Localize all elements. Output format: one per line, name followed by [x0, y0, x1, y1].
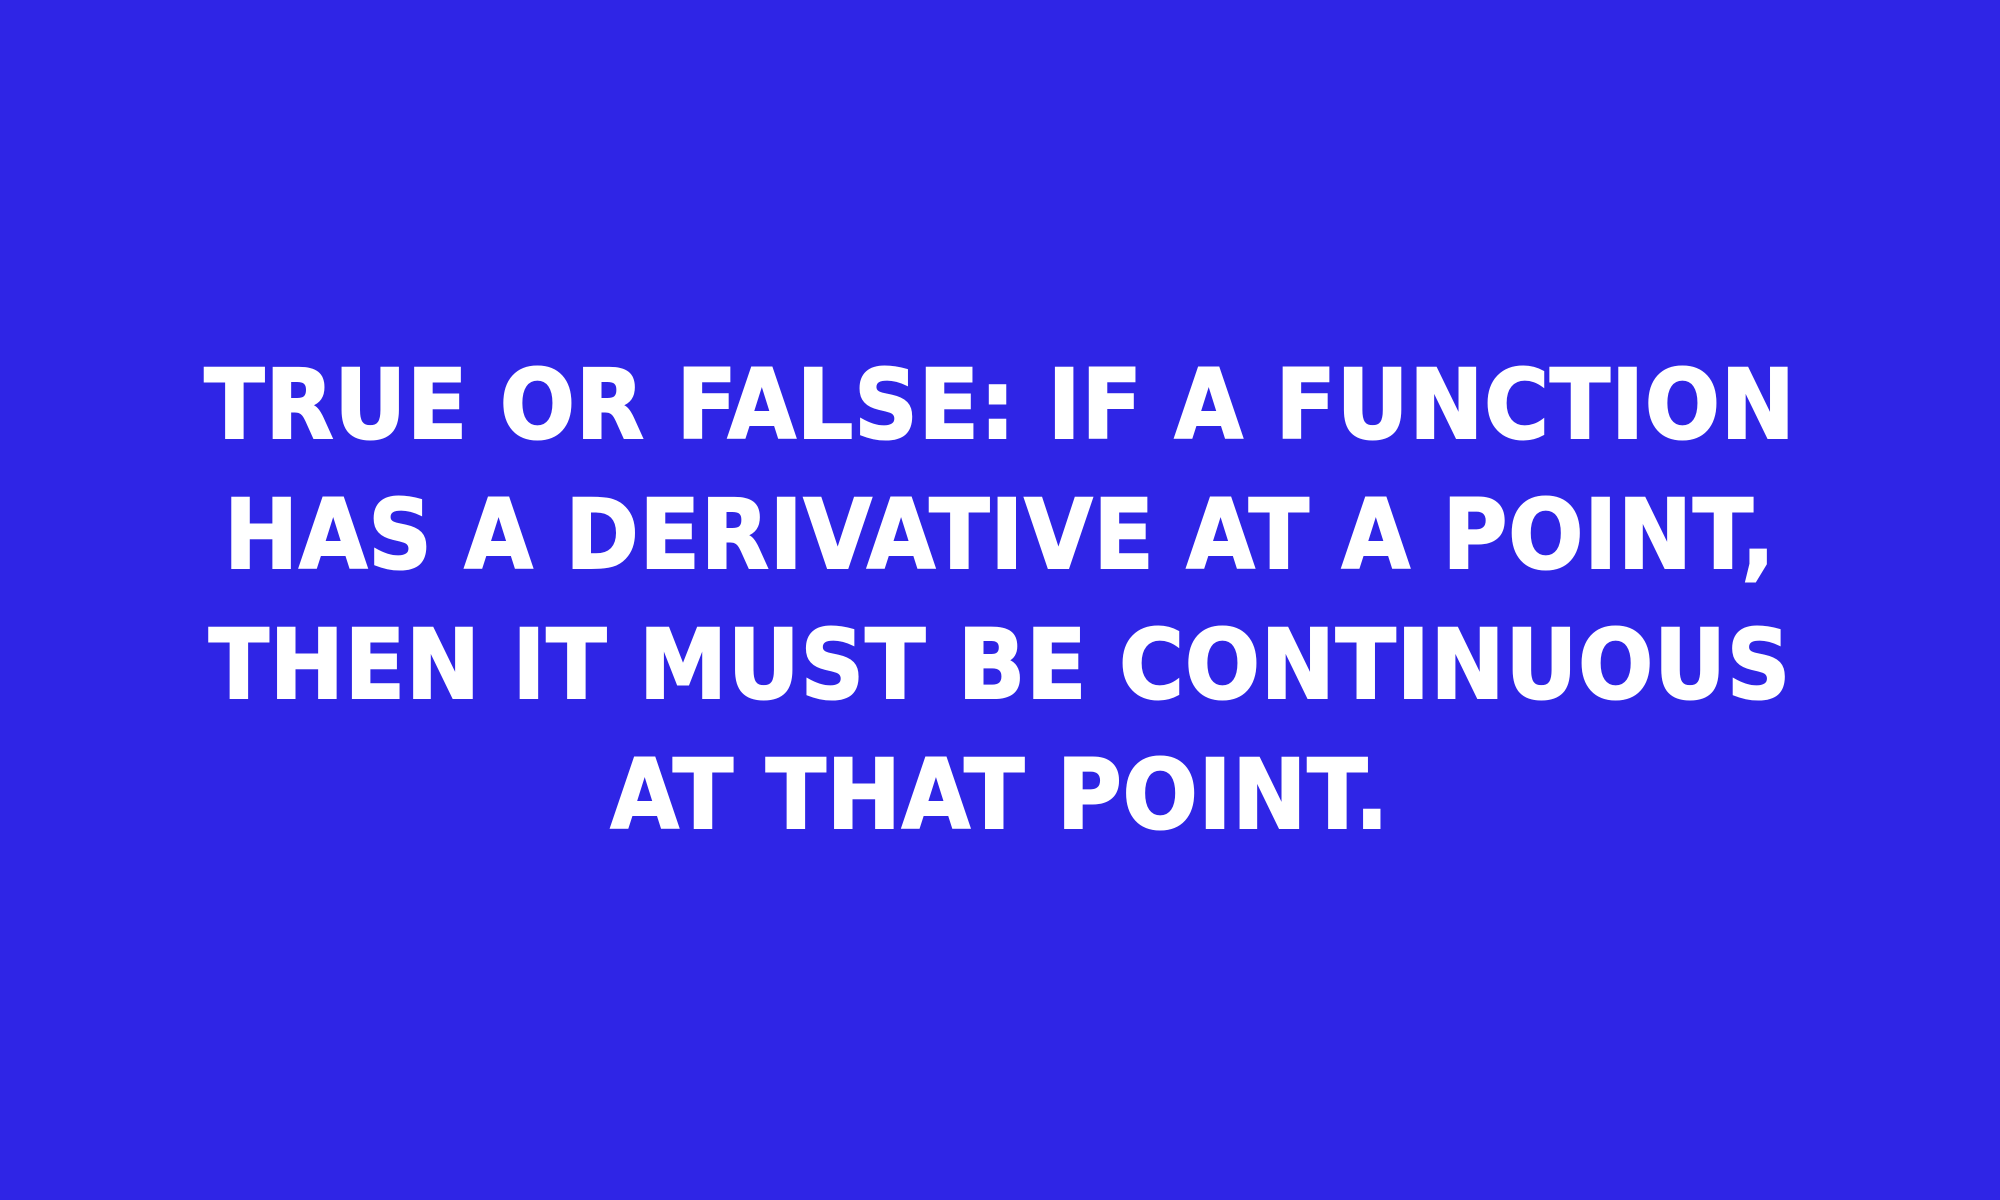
- question-text: TRUE OR FALSE: IF A FUNCTION HAS A DERIV…: [203, 348, 1796, 852]
- question-card: TRUE OR FALSE: IF A FUNCTION HAS A DERIV…: [0, 0, 2000, 1200]
